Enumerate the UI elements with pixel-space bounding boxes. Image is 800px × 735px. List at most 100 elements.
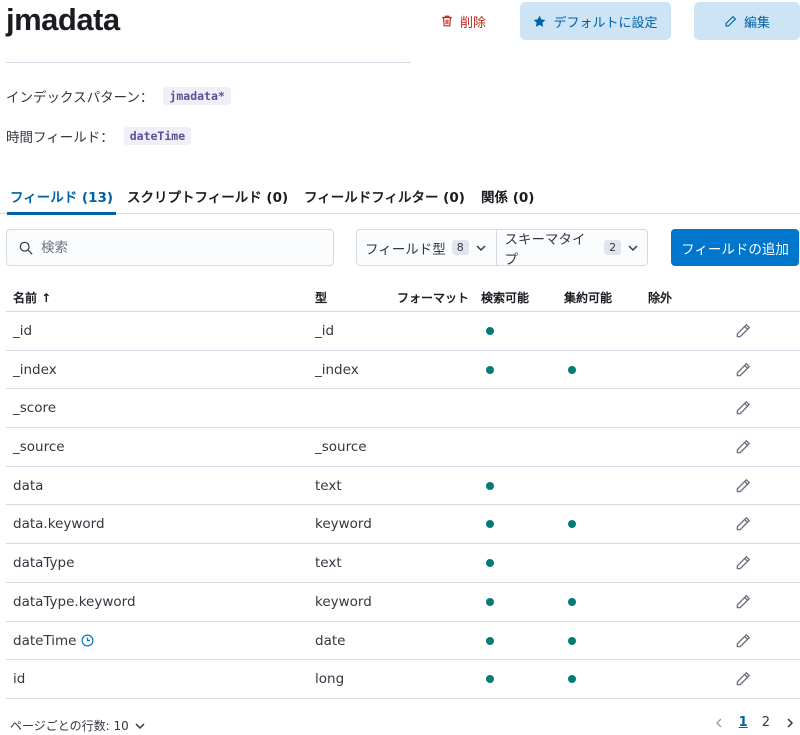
field-name: id: [13, 671, 26, 688]
page-2[interactable]: 2: [762, 715, 770, 730]
edit-field-pencil-icon[interactable]: [734, 477, 752, 495]
searchable-dot: [486, 327, 494, 335]
tab-field-filters[interactable]: フィールドフィルター (0): [304, 186, 465, 206]
field-type: date: [315, 632, 346, 649]
table-row: _source _source: [6, 428, 800, 467]
field-name: data: [13, 477, 44, 494]
delete-label: 削除: [460, 15, 487, 31]
tab-scripted-fields[interactable]: スクリプトフィールド (0): [127, 186, 288, 206]
tab-bar: フィールド (13) スクリプトフィールド (0) フィールドフィルター (0)…: [0, 184, 800, 215]
edit-field-pencil-icon[interactable]: [734, 322, 752, 340]
table-row: data text: [6, 467, 800, 506]
time-field-row: 時間フィールド： dateTime: [6, 126, 192, 146]
field-type-count: 8: [451, 240, 469, 255]
column-name[interactable]: 名前 ↑: [13, 289, 51, 306]
aggregatable-dot: [568, 597, 576, 606]
index-pattern-label: インデックスパターン：: [6, 90, 154, 106]
chevron-right-icon[interactable]: [784, 717, 796, 729]
edit-button[interactable]: 編集: [694, 2, 800, 40]
rows-per-page-label: ページごとの行数: 10: [10, 719, 129, 733]
field-type: keyword: [315, 516, 372, 533]
edit-field-pencil-icon[interactable]: [734, 399, 752, 417]
search-icon: [19, 241, 33, 255]
edit-label: 編集: [743, 15, 770, 31]
field-name: _id: [13, 323, 33, 339]
table-row: _index _index: [6, 351, 800, 390]
rows-per-page-selector[interactable]: ページごとの行数: 10: [10, 717, 146, 734]
table-header: 名前 ↑ 型 フォーマット 検索可能 集約可能 除外: [6, 280, 800, 312]
add-field-button[interactable]: フィールドの追加: [671, 229, 799, 266]
field-type: _id: [315, 323, 335, 339]
column-type: 型: [315, 291, 328, 305]
search-input[interactable]: [41, 239, 311, 256]
field-name-cell: dataType: [13, 555, 74, 571]
field-name: _source: [13, 439, 65, 456]
chevron-down-icon: [476, 244, 486, 251]
field-name-cell: _source: [13, 439, 65, 455]
edit-field-pencil-icon[interactable]: [734, 361, 752, 379]
tab-relationships[interactable]: 関係 (0): [481, 186, 534, 206]
searchable-dot: [486, 559, 494, 568]
table-row: _score: [6, 389, 800, 429]
aggregatable-dot: [568, 675, 576, 684]
field-type: text: [315, 555, 342, 572]
chevron-left-icon[interactable]: [713, 717, 725, 729]
column-excluded: 除外: [648, 291, 673, 305]
time-field-label: 時間フィールド：: [6, 130, 114, 146]
edit-field-pencil-icon[interactable]: [734, 632, 752, 650]
set-default-button[interactable]: デフォルトに設定: [520, 2, 671, 40]
aggregatable-dot: [568, 520, 576, 529]
edit-field-pencil-icon[interactable]: [734, 515, 752, 533]
field-name: dateTime: [13, 632, 77, 649]
schema-type-count: 2: [604, 240, 622, 255]
trash-icon: [442, 15, 452, 27]
field-type-label: フィールド型: [365, 241, 446, 258]
index-pattern-row: インデックスパターン： jmadata*: [6, 86, 231, 106]
field-name-cell: dateTime: [13, 633, 94, 649]
edit-field-pencil-icon[interactable]: [734, 438, 752, 456]
search-box[interactable]: [6, 229, 334, 266]
field-table-body: _id _id _index _index _score _source _source da…: [6, 312, 800, 699]
index-pattern-badge: jmadata*: [163, 87, 231, 105]
column-format: フォーマット: [397, 291, 470, 305]
searchable-dot: [486, 481, 494, 490]
table-row: id long: [6, 660, 800, 699]
field-name-cell: data.keyword: [13, 516, 105, 532]
aggregatable-dot: [568, 365, 576, 374]
column-aggregatable: 集約可能: [564, 291, 613, 305]
field-name-cell: dataType.keyword: [13, 594, 136, 610]
field-type: text: [315, 477, 342, 494]
page-1[interactable]: 1: [739, 715, 748, 730]
searchable-dot: [486, 365, 494, 374]
field-type-filter[interactable]: フィールド型 8: [357, 230, 496, 265]
field-name-cell: _id: [13, 323, 32, 339]
table-row: data.keyword keyword: [6, 505, 800, 545]
field-name-cell: _score: [13, 400, 56, 416]
star-icon: [534, 15, 546, 27]
column-searchable: 検索可能: [481, 291, 530, 305]
schema-type-filter[interactable]: スキーマタイプ 2: [495, 230, 647, 268]
edit-field-pencil-icon[interactable]: [734, 593, 752, 611]
chevron-down-icon: [135, 722, 145, 729]
table-row: _id _id: [6, 312, 800, 351]
edit-field-pencil-icon[interactable]: [734, 554, 752, 572]
page-title: jmadata: [6, 2, 120, 37]
field-name: _score: [13, 400, 57, 417]
field-name: data.keyword: [13, 516, 105, 533]
tab-fields[interactable]: フィールド (13): [6, 186, 117, 215]
searchable-dot: [486, 636, 494, 645]
field-name: dataType.keyword: [13, 593, 136, 610]
filter-group: フィールド型 8 スキーマタイプ 2: [356, 229, 648, 268]
table-row: dataType.keyword keyword: [6, 583, 800, 622]
pencil-icon: [725, 15, 737, 27]
time-field-badge: dateTime: [123, 127, 192, 145]
field-name-cell: id: [13, 671, 25, 687]
edit-field-pencil-icon[interactable]: [734, 670, 752, 688]
chevron-down-icon: [628, 244, 638, 251]
delete-button[interactable]: 削除: [440, 10, 486, 32]
table-row: dataType text: [6, 544, 800, 583]
pagination: 1 2: [713, 715, 796, 730]
schema-type-label: スキーマタイプ: [504, 231, 586, 268]
aggregatable-dot: [568, 636, 576, 645]
field-type: keyword: [315, 593, 372, 610]
